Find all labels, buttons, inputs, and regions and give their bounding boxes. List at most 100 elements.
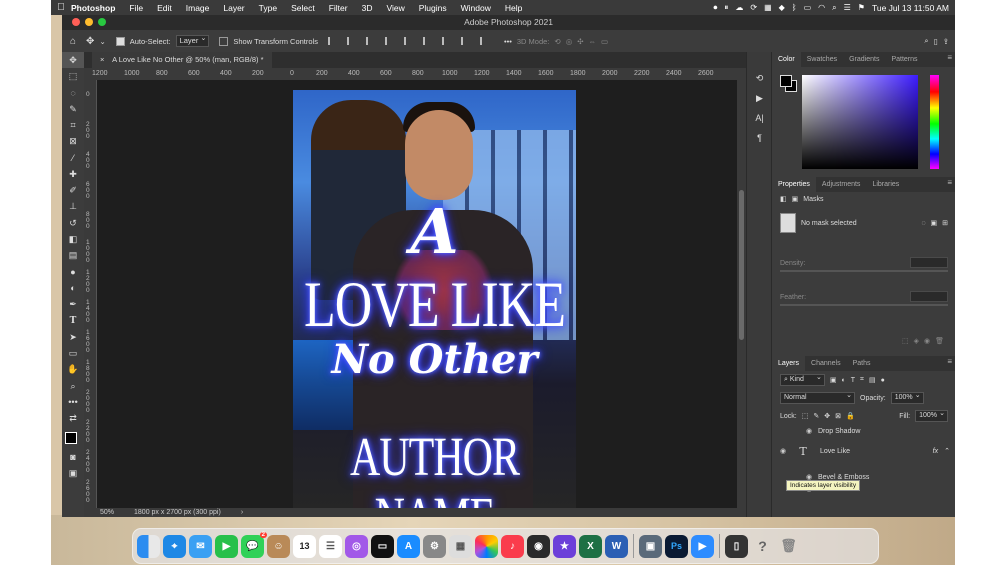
menu-plugins[interactable]: Plugins bbox=[419, 3, 447, 13]
mask-visibility-icon[interactable]: ◉ bbox=[924, 337, 930, 345]
menu-type[interactable]: Type bbox=[259, 3, 277, 13]
frame-tool-icon[interactable]: ⊠ bbox=[62, 133, 84, 149]
density-field[interactable] bbox=[910, 257, 948, 268]
tab-swatches[interactable]: Swatches bbox=[801, 52, 843, 67]
tab-adjustments[interactable]: Adjustments bbox=[816, 177, 867, 192]
document-info[interactable]: 1800 px x 2700 px (300 ppi) bbox=[134, 509, 221, 516]
panel-menu-icon[interactable]: ≡ bbox=[947, 53, 952, 62]
dropbox-icon[interactable]: ◆ bbox=[779, 3, 785, 12]
search-icon[interactable]: ⌕ bbox=[832, 3, 836, 13]
gradient-tool-icon[interactable]: ▤ bbox=[62, 248, 84, 264]
menubar-clock[interactable]: Tue Jul 13 11:50 AM bbox=[872, 3, 949, 13]
edit-toolbar-icon[interactable]: ••• bbox=[62, 394, 84, 410]
close-button[interactable] bbox=[72, 18, 80, 26]
3d-camera-icon[interactable]: ▭ bbox=[601, 37, 608, 46]
tab-close-icon[interactable]: × bbox=[100, 55, 104, 64]
shape-tool-icon[interactable]: ▭ bbox=[62, 345, 84, 361]
hue-slider[interactable] bbox=[930, 75, 939, 169]
distribute-v-icon[interactable] bbox=[460, 37, 471, 45]
layer-filter-dropdown[interactable]: ⌕ Kind bbox=[780, 373, 825, 386]
help-icon[interactable]: ? bbox=[751, 535, 774, 558]
blur-tool-icon[interactable]: ● bbox=[62, 264, 84, 280]
dodge-tool-icon[interactable]: ◐ bbox=[62, 280, 84, 296]
actions-icon[interactable]: ▶ bbox=[747, 88, 772, 108]
swap-colors-icon[interactable]: ⇄ bbox=[62, 411, 84, 427]
imovie-icon[interactable]: ★ bbox=[553, 534, 576, 558]
foreground-background-swatch[interactable] bbox=[62, 427, 84, 449]
mail-icon[interactable]: ✉ bbox=[189, 534, 212, 558]
zoom-icon[interactable]: ▶ bbox=[691, 534, 714, 558]
character-icon[interactable]: A| bbox=[747, 108, 772, 128]
menu-select[interactable]: Select bbox=[291, 3, 315, 13]
menu-file[interactable]: File bbox=[129, 3, 143, 13]
select-mask-icon[interactable]: ◌ bbox=[921, 220, 925, 227]
search-icon[interactable]: ⌕ bbox=[924, 36, 928, 46]
filter-shape-icon[interactable]: ⌗ bbox=[860, 376, 864, 384]
bluetooth-icon[interactable]: ᛒ bbox=[792, 3, 797, 12]
add-pixel-mask-icon[interactable]: ▣ bbox=[931, 219, 938, 227]
reminders-icon[interactable]: ☰ bbox=[319, 534, 342, 558]
menu-3d[interactable]: 3D bbox=[362, 3, 373, 13]
eyedropper-tool-icon[interactable]: ⁄ bbox=[62, 150, 84, 166]
align-left-icon[interactable] bbox=[327, 37, 338, 45]
layer-fx-icon[interactable]: fx bbox=[933, 448, 938, 455]
lock-all-icon[interactable]: 🔒 bbox=[846, 412, 855, 420]
type-tool-icon[interactable]: T bbox=[62, 313, 84, 329]
facetime-icon[interactable]: ▶ bbox=[215, 534, 238, 558]
quicktime-icon[interactable]: ◉ bbox=[527, 534, 550, 558]
stamp-tool-icon[interactable]: ⊥ bbox=[62, 199, 84, 215]
move-tool-icon[interactable]: ✥ bbox=[86, 36, 94, 47]
filter-smart-icon[interactable]: ▤ bbox=[869, 376, 876, 384]
control-center-icon[interactable]: ☰ bbox=[844, 3, 851, 12]
tab-color[interactable]: Color bbox=[772, 52, 801, 67]
photos-icon[interactable] bbox=[475, 534, 498, 558]
document-tab[interactable]: × A Love Like No Other @ 50% (man, RGB/8… bbox=[92, 52, 272, 68]
crop-tool-icon[interactable]: ⌗ bbox=[62, 117, 84, 133]
hand-tool-icon[interactable]: ✋ bbox=[62, 362, 84, 378]
finder-icon[interactable] bbox=[137, 534, 160, 558]
launchpad-icon[interactable]: ▦ bbox=[449, 534, 472, 558]
zoom-level[interactable]: 50% bbox=[100, 509, 114, 516]
delete-mask-icon[interactable]: 🗑 bbox=[935, 337, 944, 345]
home-icon[interactable]: ⌂ bbox=[70, 36, 76, 47]
quick-select-tool-icon[interactable]: ✎ bbox=[62, 101, 84, 117]
pen-tool-icon[interactable]: ✒ bbox=[62, 296, 84, 312]
add-vector-mask-icon[interactable]: ⊞ bbox=[942, 219, 948, 227]
auto-select-checkbox[interactable] bbox=[115, 36, 125, 46]
history-brush-icon[interactable]: ↺ bbox=[62, 215, 84, 231]
flag-icon[interactable]: ⚑ bbox=[858, 3, 865, 12]
safari-icon[interactable]: ⌖ bbox=[163, 534, 186, 558]
scroll-thumb[interactable] bbox=[739, 190, 744, 340]
vector-mask-icon[interactable]: ▣ bbox=[792, 195, 799, 203]
layer-visibility-eye-icon[interactable]: ◉ bbox=[780, 447, 792, 455]
music-icon[interactable]: ♪ bbox=[501, 534, 524, 558]
trash-icon[interactable]: 🗑 bbox=[777, 535, 800, 558]
feather-field[interactable] bbox=[910, 291, 948, 302]
menu-edit[interactable]: Edit bbox=[157, 3, 172, 13]
pixel-mask-icon[interactable]: ◧ bbox=[780, 195, 787, 203]
record-icon[interactable]: ⏺ bbox=[713, 3, 717, 13]
share-icon[interactable]: ⇪ bbox=[943, 37, 949, 46]
tab-gradients[interactable]: Gradients bbox=[843, 52, 885, 67]
wifi-icon[interactable]: ◠ bbox=[818, 3, 825, 12]
lock-position-icon[interactable]: ✥ bbox=[824, 412, 830, 420]
preview-icon[interactable]: ▣ bbox=[639, 534, 662, 558]
settings-icon[interactable]: ⚙ bbox=[423, 534, 446, 558]
filter-toggle-icon[interactable]: ● bbox=[881, 377, 885, 384]
align-center-icon[interactable] bbox=[346, 37, 357, 45]
tab-layers[interactable]: Layers bbox=[772, 356, 806, 371]
align-middle-icon[interactable] bbox=[403, 37, 414, 45]
podcasts-icon[interactable]: ◎ bbox=[345, 534, 368, 558]
path-select-tool-icon[interactable]: ➤ bbox=[62, 329, 84, 345]
tab-channels[interactable]: Channels bbox=[805, 356, 847, 371]
filter-pixel-icon[interactable]: ▣ bbox=[830, 376, 837, 384]
layer-name[interactable]: Love Like bbox=[820, 448, 850, 455]
zoom-button[interactable] bbox=[98, 18, 106, 26]
3d-slide-icon[interactable]: ⇔ bbox=[589, 37, 597, 46]
3d-roll-icon[interactable]: ◎ bbox=[566, 37, 573, 46]
blend-mode-dropdown[interactable]: Normal bbox=[780, 391, 855, 404]
align-top-icon[interactable] bbox=[384, 37, 395, 45]
more-options-icon[interactable]: ••• bbox=[504, 37, 512, 46]
distribute-icon[interactable] bbox=[441, 37, 452, 45]
word-icon[interactable]: W bbox=[605, 534, 628, 558]
